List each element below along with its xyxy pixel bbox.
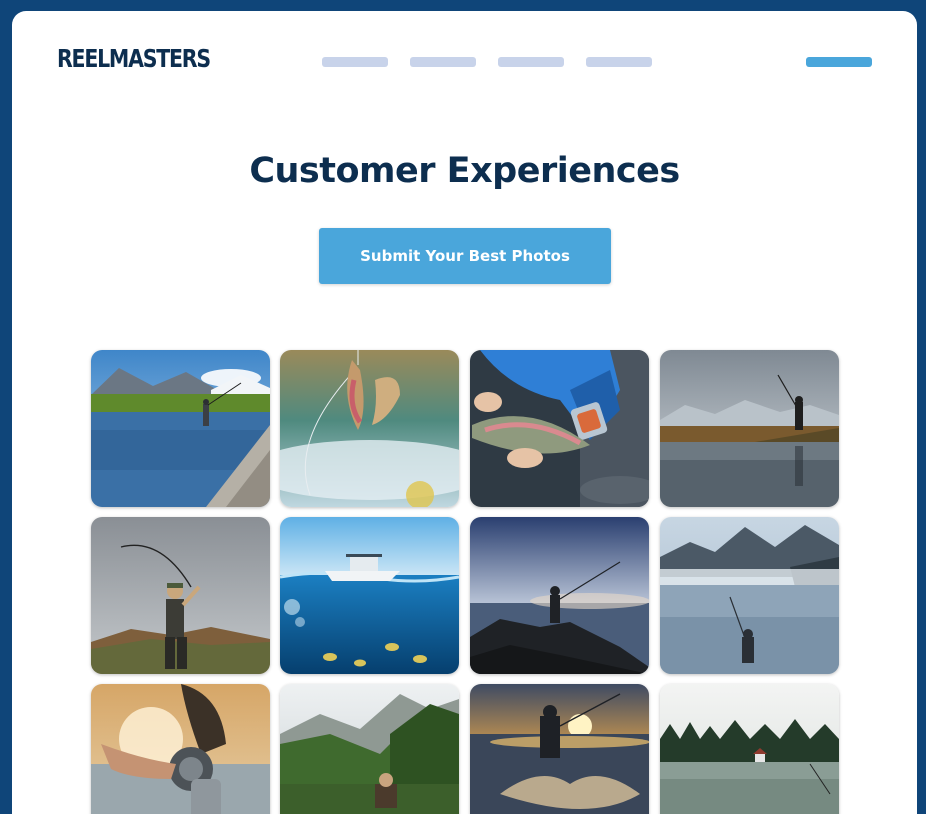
gallery-photo-5[interactable] bbox=[91, 517, 270, 674]
page-frame: REELMASTERS Customer Experiences Submit … bbox=[12, 11, 917, 814]
photo-forest-lake bbox=[660, 684, 839, 814]
gallery-photo-7[interactable] bbox=[470, 517, 649, 674]
gallery-photo-4[interactable] bbox=[660, 350, 839, 507]
photo-boat-underwater bbox=[280, 517, 459, 674]
nav-link-4[interactable] bbox=[586, 57, 652, 67]
photo-rocks-dusk bbox=[470, 517, 649, 674]
gallery-photo-9[interactable] bbox=[91, 684, 270, 814]
photo-mountain-valley bbox=[280, 684, 459, 814]
nav-cta-button[interactable] bbox=[806, 57, 872, 67]
nav-link-1[interactable] bbox=[322, 57, 388, 67]
gallery-photo-8[interactable] bbox=[660, 517, 839, 674]
page-title: Customer Experiences bbox=[249, 151, 680, 191]
photo-river-mountains bbox=[91, 350, 270, 507]
nav-link-2[interactable] bbox=[410, 57, 476, 67]
photo-lakeshore-cast bbox=[660, 350, 839, 507]
brand-logo[interactable]: REELMASTERS bbox=[57, 44, 211, 73]
submit-photos-button[interactable]: Submit Your Best Photos bbox=[319, 228, 611, 284]
gallery-photo-12[interactable] bbox=[660, 684, 839, 814]
gallery-photo-11[interactable] bbox=[470, 684, 649, 814]
nav-link-3[interactable] bbox=[498, 57, 564, 67]
gallery-photo-10[interactable] bbox=[280, 684, 459, 814]
photo-trout-jumping bbox=[280, 350, 459, 507]
photo-fly-reel bbox=[91, 684, 270, 814]
photo-trout-in-hands bbox=[470, 350, 649, 507]
gallery-photo-3[interactable] bbox=[470, 350, 649, 507]
gallery-photo-6[interactable] bbox=[280, 517, 459, 674]
gallery-photo-2[interactable] bbox=[280, 350, 459, 507]
gallery-photo-1[interactable] bbox=[91, 350, 270, 507]
photo-misty-lake bbox=[660, 517, 839, 674]
photo-sunset-splash bbox=[470, 684, 649, 814]
photo-bent-rod bbox=[91, 517, 270, 674]
